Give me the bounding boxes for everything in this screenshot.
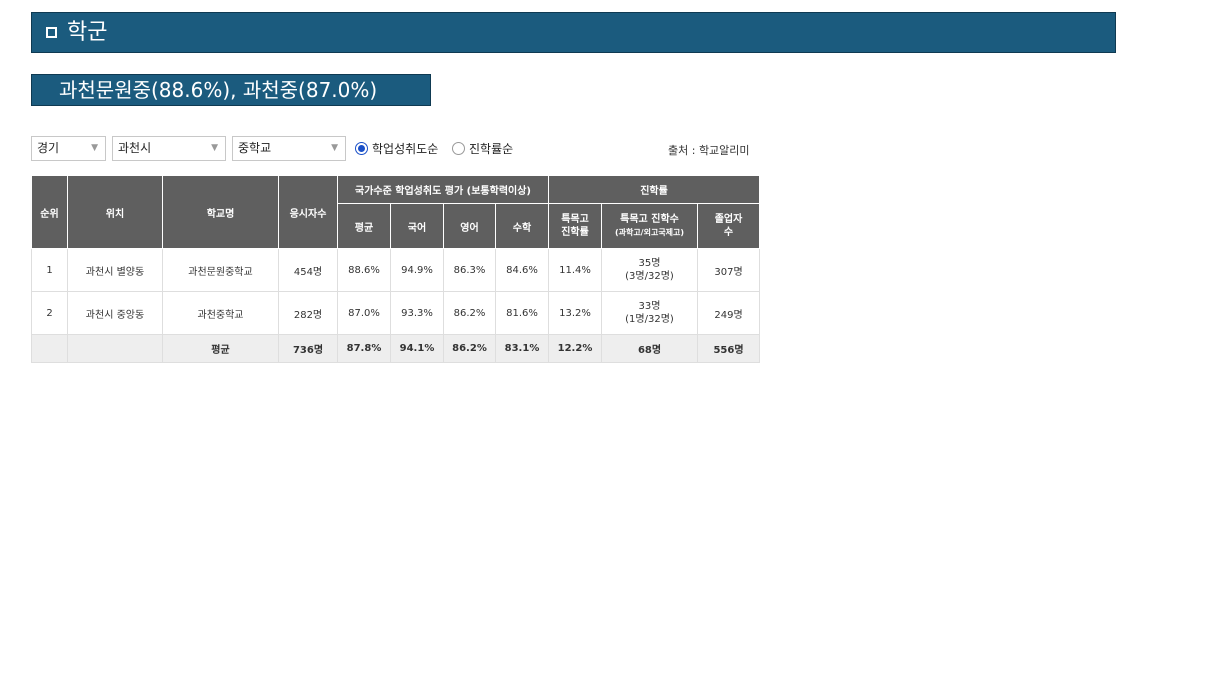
section-title: 학군 [67, 20, 108, 45]
cell-special-count-total: 35명 [638, 258, 661, 269]
cell-special-count: 68명 [601, 334, 698, 363]
cell-korean: 94.1% [390, 334, 444, 363]
sort-achievement-label: 학업성취도순 [372, 142, 439, 156]
dropdown-arrow-icon: ▼ [211, 143, 218, 153]
region-select-value: 경기 [37, 141, 60, 155]
sort-advancement-label: 진학률순 [469, 142, 514, 156]
source-note: 출처 : 학교알리미 [668, 144, 750, 157]
city-select-value: 과천시 [118, 141, 152, 155]
header-special-count-line2: (과학고/외고국제고) [614, 228, 685, 237]
cell-examinees: 282명 [278, 291, 338, 335]
cell-math: 83.1% [495, 334, 549, 363]
cell-average-label: 평균 [162, 334, 279, 363]
header-rank: 순위 [31, 175, 68, 249]
cell-korean: 94.9% [390, 248, 444, 292]
cell-english: 86.3% [443, 248, 496, 292]
cell-korean: 93.3% [390, 291, 444, 335]
cell-special-rate: 12.2% [548, 334, 602, 363]
header-english: 영어 [443, 203, 496, 249]
header-school: 학교명 [162, 175, 279, 249]
cell-school: 과천문원중학교 [162, 248, 279, 292]
cell-school: 과천중학교 [162, 291, 279, 335]
dropdown-arrow-icon: ▼ [331, 143, 338, 153]
cell-special-count-detail: (3명/32명) [625, 271, 674, 282]
header-math: 수학 [495, 203, 549, 249]
cell-special-count-total: 33명 [638, 301, 661, 312]
cell-location: 과천시 별양동 [67, 248, 163, 292]
header-special-rate-line1: 특목고 [561, 214, 589, 225]
square-bullet-icon [46, 27, 57, 38]
cell-examinees: 736명 [278, 334, 338, 363]
header-location: 위치 [67, 175, 163, 249]
header-korean: 국어 [390, 203, 444, 249]
school-level-select-value: 중학교 [238, 141, 272, 155]
cell-location: 과천시 중앙동 [67, 291, 163, 335]
header-special-count-line1: 특목고 진학수 [620, 214, 679, 225]
cell-graduates: 307명 [696, 248, 761, 292]
cell-math: 81.6% [495, 291, 549, 335]
highlight-banner: 과천문원중(88.6%), 과천중(87.0%) [31, 74, 431, 106]
cell-graduates: 556명 [696, 334, 761, 363]
header-graduates: 졸업자 수 [696, 203, 761, 249]
school-level-select[interactable]: 중학교 ▼ [232, 136, 346, 161]
cell-avg: 87.8% [337, 334, 391, 363]
header-avg: 평균 [337, 203, 391, 249]
header-graduates-line2: 수 [723, 227, 734, 238]
cell-rank: 2 [31, 291, 68, 335]
header-achievement-group: 국가수준 학업성취도 평가 (보통학력이상) [337, 175, 549, 204]
sort-advancement-radio[interactable]: 진학률순 [452, 140, 513, 158]
cell-empty [31, 334, 68, 363]
cell-avg: 88.6% [337, 248, 391, 292]
cell-graduates: 249명 [696, 291, 761, 335]
cell-special-rate: 13.2% [548, 291, 602, 335]
radio-unchecked-icon [452, 142, 465, 155]
cell-math: 84.6% [495, 248, 549, 292]
cell-english: 86.2% [443, 334, 496, 363]
school-ranking-table: 순위 위치 학교명 응시자수 국가수준 학업성취도 평가 (보통학력이상) 진학… [31, 175, 761, 363]
header-graduates-line1: 졸업자 [714, 214, 743, 225]
section-header: 학군 [31, 12, 1116, 53]
table-row: 2 과천시 중앙동 과천중학교 282명 87.0% 93.3% 86.2% 8… [31, 291, 761, 335]
cell-avg: 87.0% [337, 291, 391, 335]
average-row: 평균 736명 87.8% 94.1% 86.2% 83.1% 12.2% 68… [31, 334, 761, 363]
cell-rank: 1 [31, 248, 68, 292]
cell-special-count: 33명 (1명/32명) [601, 291, 698, 335]
header-special-count: 특목고 진학수 (과학고/외고국제고) [601, 203, 698, 249]
dropdown-arrow-icon: ▼ [91, 143, 98, 153]
region-select[interactable]: 경기 ▼ [31, 136, 106, 161]
cell-empty [67, 334, 163, 363]
city-select[interactable]: 과천시 ▼ [112, 136, 226, 161]
cell-examinees: 454명 [278, 248, 338, 292]
cell-english: 86.2% [443, 291, 496, 335]
radio-checked-icon [355, 142, 368, 155]
header-special-rate: 특목고 진학률 [548, 203, 602, 249]
header-special-rate-line2: 진학률 [561, 227, 589, 238]
table-row: 1 과천시 별양동 과천문원중학교 454명 88.6% 94.9% 86.3%… [31, 248, 761, 292]
header-examinees: 응시자수 [278, 175, 338, 249]
cell-special-count-detail: (1명/32명) [625, 314, 674, 325]
cell-special-count: 35명 (3명/32명) [601, 248, 698, 292]
header-advancement-group: 진학률 [547, 175, 761, 204]
sort-achievement-radio[interactable]: 학업성취도순 [355, 140, 438, 158]
cell-special-rate: 11.4% [548, 248, 602, 292]
